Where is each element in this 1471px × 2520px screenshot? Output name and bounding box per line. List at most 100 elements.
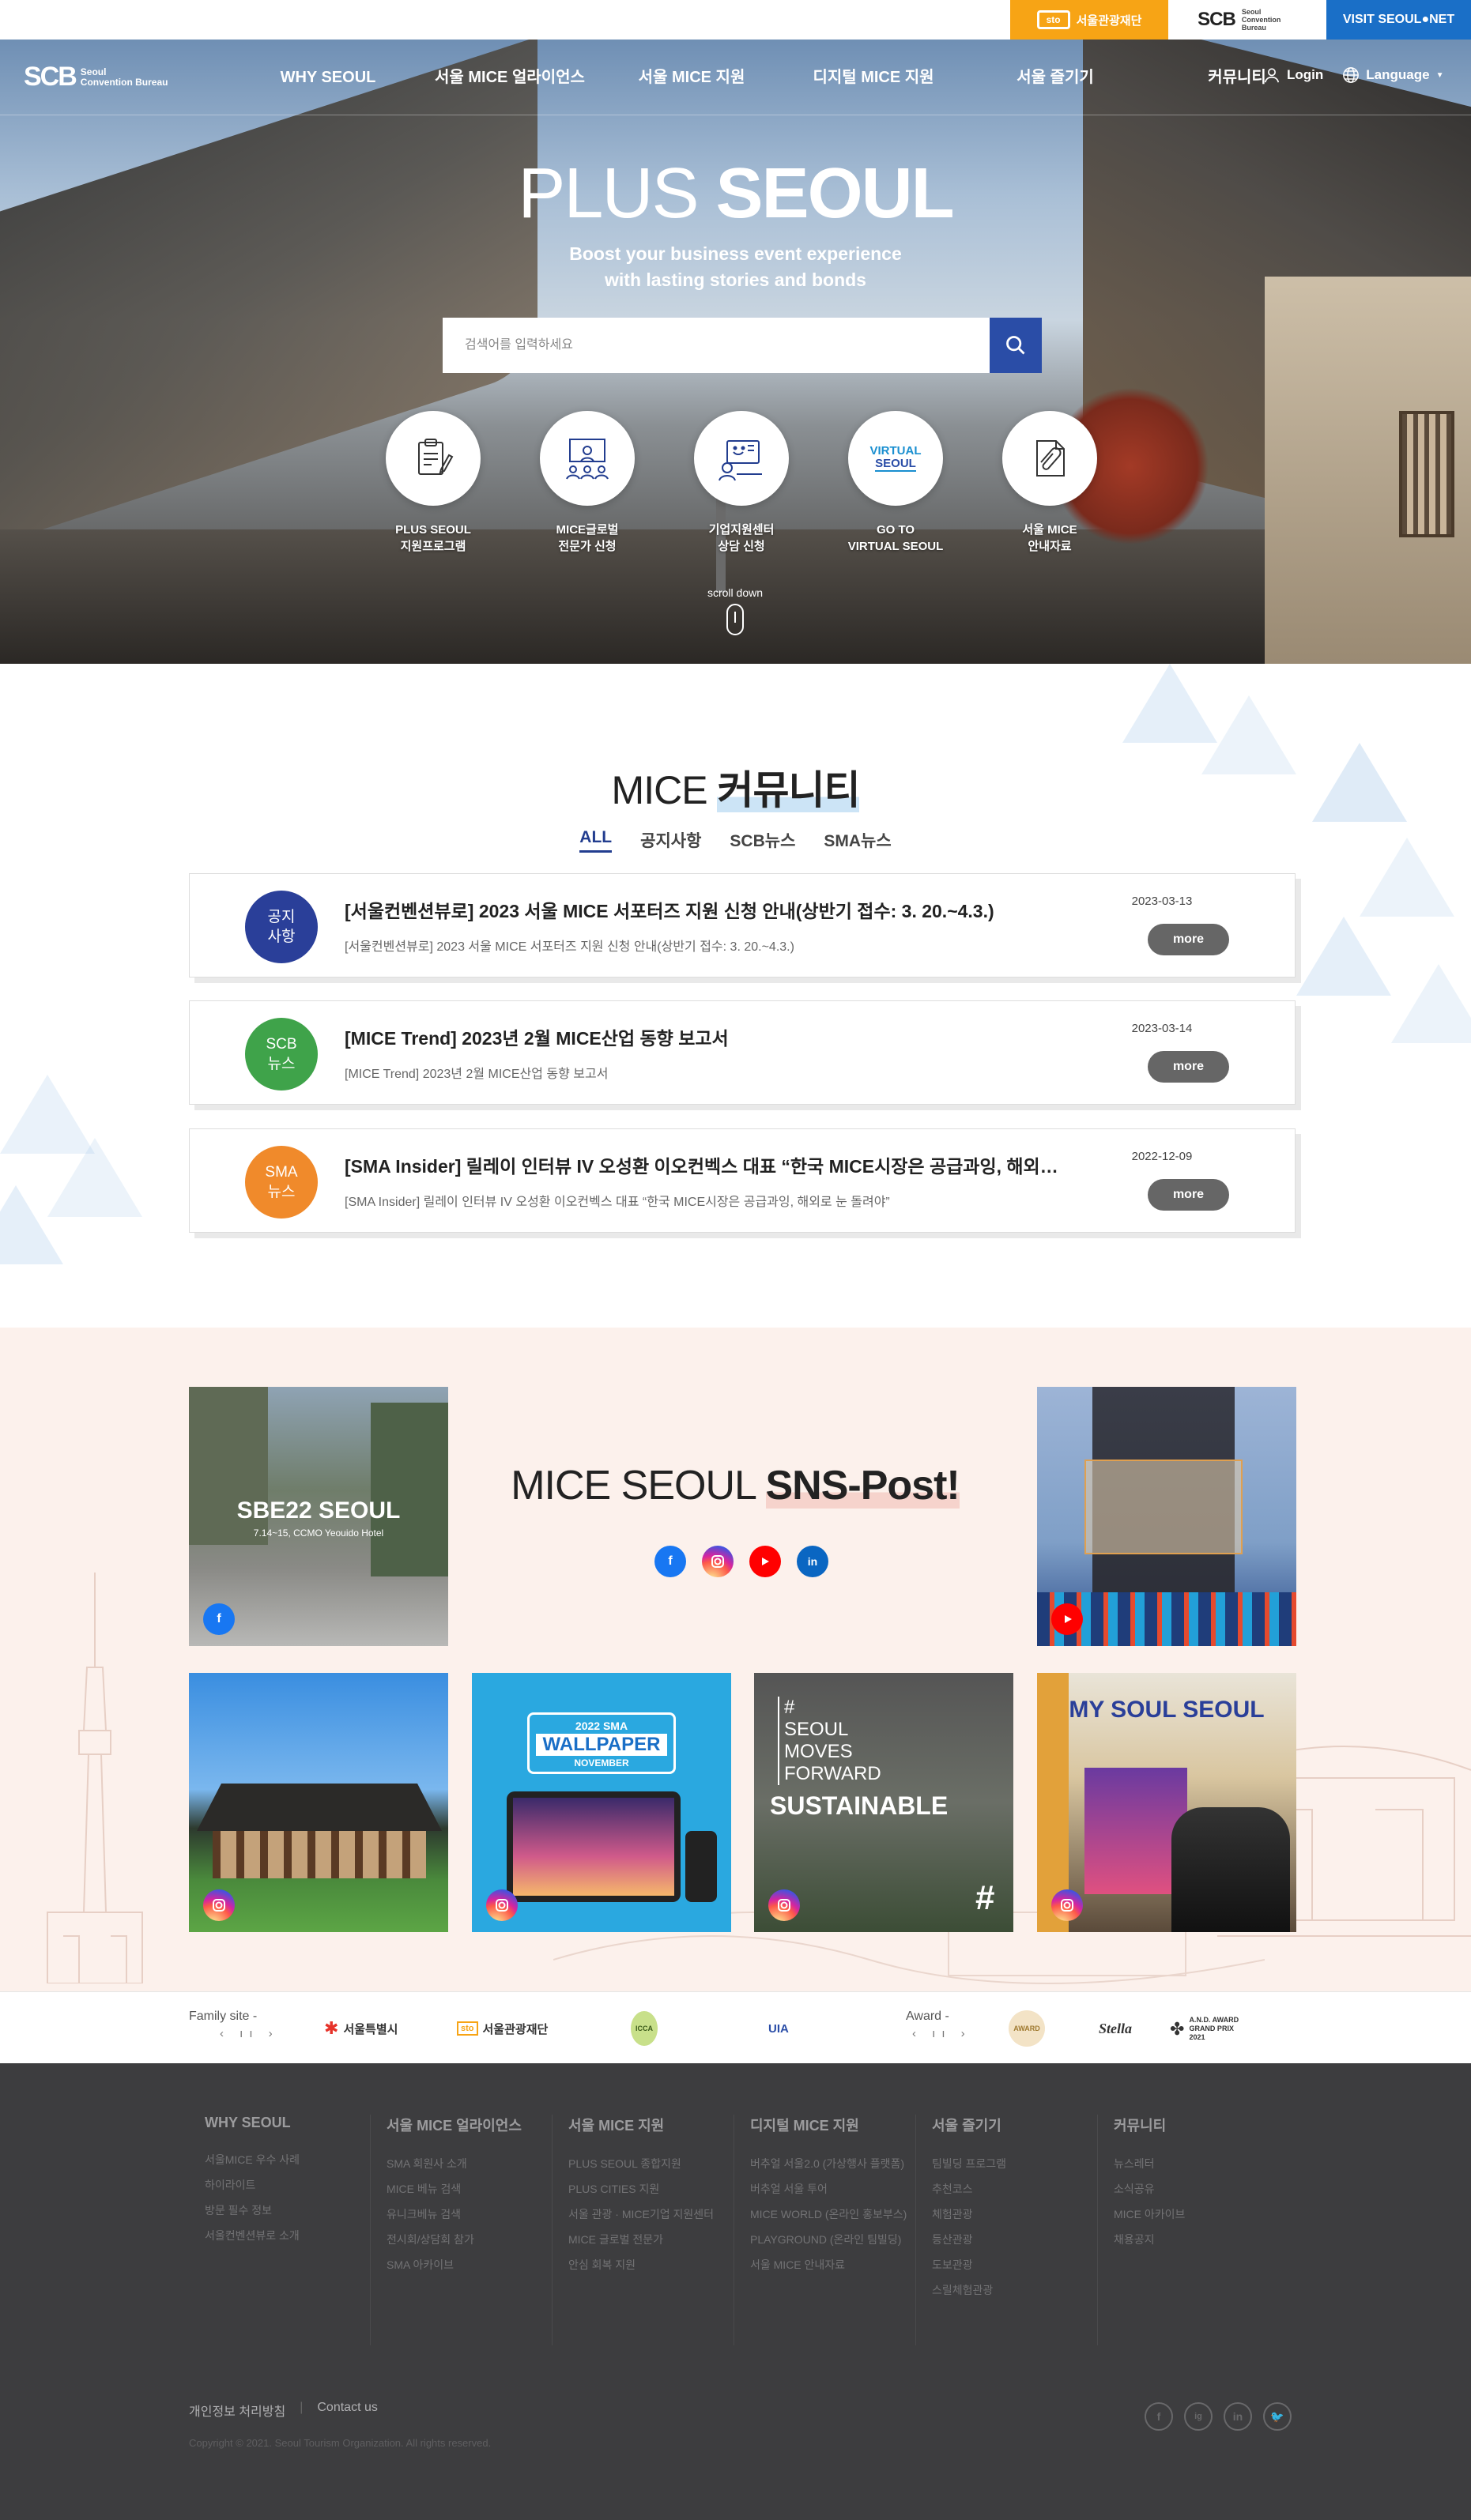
category-badge: SCB 뉴스 bbox=[245, 1018, 318, 1090]
footer-link[interactable]: 버추얼 서울 투어 bbox=[750, 2176, 915, 2202]
footer-link[interactable]: 스릴체험관광 bbox=[932, 2277, 1097, 2303]
footer-link[interactable]: 뉴스레터 bbox=[1114, 2151, 1280, 2176]
footer-link[interactable]: 방문 필수 정보 bbox=[205, 2198, 370, 2223]
seoul-tourism-link[interactable]: sto 서울관광재단 bbox=[1010, 0, 1168, 40]
footer-link[interactable]: PLAYGROUND (온라인 팀빌딩) bbox=[750, 2227, 915, 2252]
sns-post-tile[interactable]: 2022 SMA WALLPAPER NOVEMBER bbox=[472, 1673, 731, 1932]
footer-link[interactable]: 하이라이트 bbox=[205, 2172, 370, 2198]
sns-post-tile[interactable] bbox=[189, 1673, 448, 1932]
quick-link-business-center[interactable]: 기업지원센터 상담 신청 bbox=[686, 411, 797, 555]
footer-link[interactable]: 서울 관광 · MICE기업 지원센터 bbox=[568, 2202, 734, 2227]
footer-link[interactable]: SMA 회원사 소개 bbox=[387, 2151, 552, 2176]
tab-sma-news[interactable]: SMA뉴스 bbox=[824, 828, 891, 853]
footer-link[interactable]: 유니크베뉴 검색 bbox=[387, 2202, 552, 2227]
footer-column-head[interactable]: 디지털 MICE 지원 bbox=[750, 2115, 915, 2135]
footer-column-head[interactable]: 커뮤니티 bbox=[1114, 2115, 1280, 2135]
footer-link[interactable]: 소식공유 bbox=[1114, 2176, 1280, 2202]
uia-logo[interactable]: UIA bbox=[768, 2013, 789, 2044]
twitter-icon[interactable]: 🐦 bbox=[1263, 2402, 1292, 2431]
visit-seoul-link[interactable]: VISIT SEOUL●NET bbox=[1326, 0, 1471, 40]
footer-link[interactable]: PLUS CITIES 지원 bbox=[568, 2176, 734, 2202]
facebook-icon[interactable]: f bbox=[1145, 2402, 1173, 2431]
post-card[interactable]: 공지 사항 [서울컨벤션뷰로] 2023 서울 MICE 서포터즈 지원 신청 안… bbox=[189, 873, 1296, 977]
footer-link[interactable]: MICE 베뉴 검색 bbox=[387, 2176, 552, 2202]
post-card[interactable]: SCB 뉴스 [MICE Trend] 2023년 2월 MICE산업 동향 보고… bbox=[189, 1000, 1296, 1105]
post-date: 2022-12-09 bbox=[1131, 1150, 1193, 1163]
more-button[interactable]: more bbox=[1148, 1179, 1229, 1211]
footer-column-head[interactable]: 서울 MICE 얼라이언스 bbox=[387, 2115, 552, 2135]
search-input[interactable] bbox=[443, 318, 990, 373]
sto-family-logo[interactable]: sto 서울관광재단 bbox=[457, 2013, 548, 2044]
footer-link[interactable]: 서울컨벤션뷰로 소개 bbox=[205, 2223, 370, 2248]
footer-link[interactable]: 버추얼 서울2.0 (가상행사 플랫폼) bbox=[750, 2151, 915, 2176]
quick-link-plus-seoul[interactable]: PLUS SEOUL 지원프로그램 bbox=[378, 411, 488, 555]
footer-link[interactable]: 전시회/상담회 참가 bbox=[387, 2227, 552, 2252]
family-site-controls[interactable]: ‹ ıı › bbox=[220, 2027, 279, 2040]
footer-link[interactable]: 팀빌딩 프로그램 bbox=[932, 2151, 1097, 2176]
facebook-icon[interactable]: f bbox=[654, 1546, 686, 1577]
post-title[interactable]: [MICE Trend] 2023년 2월 MICE산업 동향 보고서 bbox=[345, 1023, 1072, 1050]
award-controls[interactable]: ‹ ıı › bbox=[912, 2027, 971, 2040]
sns-post-tile[interactable]: MY SOUL SEOUL bbox=[1037, 1673, 1296, 1932]
nav-item-digital-mice[interactable]: 디지털 MICE 지원 bbox=[783, 40, 964, 115]
language-dropdown[interactable]: Language ▼ bbox=[1342, 66, 1443, 84]
instagram-icon[interactable] bbox=[702, 1546, 734, 1577]
scb-link[interactable]: SCB Seoul Convention Bureau bbox=[1168, 0, 1326, 40]
more-button[interactable]: more bbox=[1148, 1051, 1229, 1083]
quick-link-virtual-seoul[interactable]: VIRTUAL SEOUL GO TO VIRTUAL SEOUL bbox=[840, 411, 951, 555]
footer-sns: f ig in 🐦 bbox=[1145, 2402, 1292, 2431]
stella-award-logo[interactable]: Stella bbox=[1099, 2013, 1132, 2044]
sns-post-tile[interactable]: # SEOUL MOVES FORWARD SUSTAINABLE # bbox=[754, 1673, 1013, 1932]
footer-link[interactable]: 등산관광 bbox=[932, 2227, 1097, 2252]
youtube-icon[interactable] bbox=[749, 1546, 781, 1577]
login-button[interactable]: Login bbox=[1263, 66, 1323, 84]
footer-link[interactable]: 추천코스 bbox=[932, 2176, 1097, 2202]
post-title[interactable]: [서울컨벤션뷰로] 2023 서울 MICE 서포터즈 지원 신청 안내(상반기… bbox=[345, 896, 1072, 923]
tab-notice[interactable]: 공지사항 bbox=[640, 828, 701, 853]
and-award-logo[interactable]: ✤ A.N.D. AWARD GRAND PRIX 2021 bbox=[1170, 2013, 1249, 2044]
footer-link[interactable]: 서울MICE 우수 사례 bbox=[205, 2147, 370, 2172]
footer-link[interactable]: 안심 회복 지원 bbox=[568, 2252, 734, 2277]
quick-link-mice-guide[interactable]: 서울 MICE 안내자료 bbox=[994, 411, 1105, 555]
icca-logo[interactable]: ICCA bbox=[631, 2011, 658, 2046]
linkedin-icon[interactable]: in bbox=[797, 1546, 828, 1577]
post-title[interactable]: [SMA Insider] 릴레이 인터뷰 IV 오성환 이오컨벡스 대표 “한… bbox=[345, 1151, 1072, 1178]
footer-link[interactable]: PLUS SEOUL 종합지원 bbox=[568, 2151, 734, 2176]
contact-us-link[interactable]: Contact us bbox=[317, 2401, 377, 2420]
sns-post-tile[interactable] bbox=[1037, 1387, 1296, 1646]
search-button[interactable] bbox=[990, 318, 1042, 373]
linkedin-icon[interactable]: in bbox=[1224, 2402, 1252, 2431]
scb-home-logo[interactable]: SCB Seoul Convention Bureau bbox=[24, 62, 168, 92]
tab-scb-news[interactable]: SCB뉴스 bbox=[730, 828, 795, 853]
nav-menu: WHY SEOUL 서울 MICE 얼라이언스 서울 MICE 지원 디지털 M… bbox=[237, 40, 1328, 115]
footer-link[interactable]: 도보관광 bbox=[932, 2252, 1097, 2277]
footer-link[interactable]: MICE WORLD (온라인 홍보부스) bbox=[750, 2202, 915, 2227]
nav-item-why-seoul[interactable]: WHY SEOUL bbox=[237, 40, 419, 115]
globe-icon bbox=[1343, 67, 1360, 83]
quick-link-global-expert[interactable]: MICE글로벌 전문가 신청 bbox=[532, 411, 643, 555]
footer-column-head[interactable]: 서울 MICE 지원 bbox=[568, 2115, 734, 2135]
footer-link[interactable]: 채용공지 bbox=[1114, 2227, 1280, 2252]
footer-column-head[interactable]: 서울 즐기기 bbox=[932, 2115, 1097, 2135]
footer-link[interactable]: MICE 아카이브 bbox=[1114, 2202, 1280, 2227]
footer-link[interactable]: 체험관광 bbox=[932, 2202, 1097, 2227]
instagram-icon[interactable]: ig bbox=[1184, 2402, 1213, 2431]
scroll-down-indicator[interactable]: scroll down bbox=[696, 586, 775, 635]
post-card[interactable]: SMA 뉴스 [SMA Insider] 릴레이 인터뷰 IV 오성환 이오컨벡스… bbox=[189, 1128, 1296, 1233]
hero-window-image bbox=[1399, 411, 1454, 537]
privacy-policy-link[interactable]: 개인정보 처리방침 bbox=[189, 2401, 285, 2420]
footer-link[interactable]: SMA 아카이브 bbox=[387, 2252, 552, 2277]
footer-link[interactable]: 서울 MICE 안내자료 bbox=[750, 2252, 915, 2277]
nav-item-mice-alliance[interactable]: 서울 MICE 얼라이언스 bbox=[419, 40, 601, 115]
more-button[interactable]: more bbox=[1148, 924, 1229, 955]
hero-search bbox=[443, 318, 1042, 373]
seoul-city-logo[interactable]: ✱ 서울특별시 bbox=[324, 2013, 398, 2044]
award-badge-logo[interactable]: AWARD bbox=[1009, 2010, 1045, 2047]
nav-item-mice-support[interactable]: 서울 MICE 지원 bbox=[601, 40, 783, 115]
nav-item-enjoy-seoul[interactable]: 서울 즐기기 bbox=[964, 40, 1146, 115]
tab-all[interactable]: ALL bbox=[579, 828, 613, 853]
footer-link[interactable]: MICE 글로벌 전문가 bbox=[568, 2227, 734, 2252]
footer-column-head[interactable]: WHY SEOUL bbox=[205, 2115, 370, 2131]
consult-icon bbox=[719, 440, 762, 481]
sns-post-tile[interactable]: SBE22 SEOUL 7.14~15, CCMO Yeouido Hotel … bbox=[189, 1387, 448, 1646]
